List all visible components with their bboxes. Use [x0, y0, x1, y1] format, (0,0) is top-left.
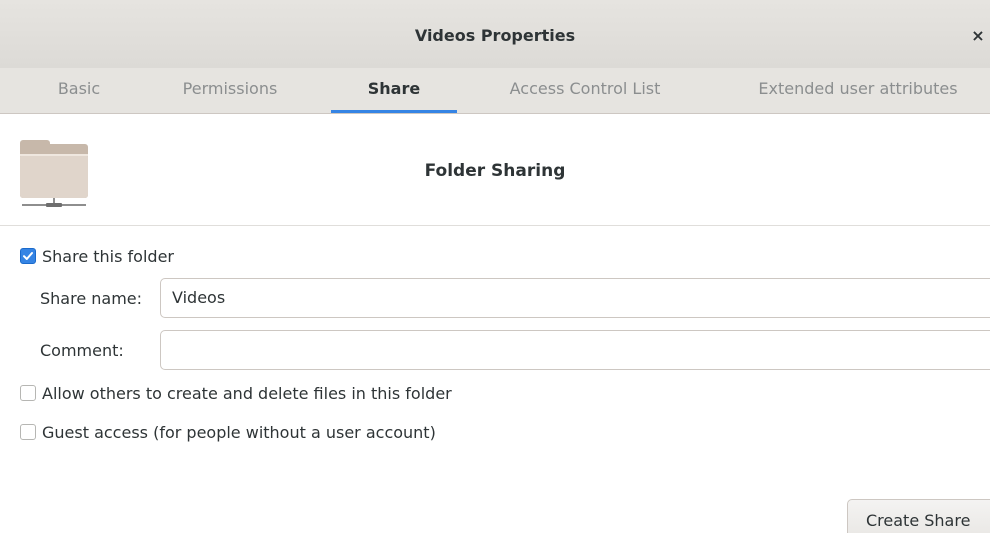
- tab-basic[interactable]: Basic: [8, 68, 150, 113]
- share-folder-checkbox[interactable]: [20, 248, 36, 264]
- guest-access-label: Guest access (for people without a user …: [42, 422, 436, 442]
- share-name-input[interactable]: Videos: [160, 278, 990, 318]
- close-button[interactable]: ×: [970, 26, 986, 46]
- allow-others-checkbox-row[interactable]: Allow others to create and delete files …: [20, 382, 452, 404]
- tab-extended-user-attributes[interactable]: Extended user attributes: [730, 68, 986, 113]
- share-folder-label: Share this folder: [42, 246, 174, 266]
- tab-permissions[interactable]: Permissions: [150, 68, 310, 113]
- section-title: Folder Sharing: [424, 161, 566, 181]
- create-share-button[interactable]: Create Share: [847, 499, 990, 533]
- comment-input[interactable]: [160, 330, 990, 370]
- tab-bar: Basic Permissions Share Access Control L…: [0, 68, 990, 114]
- comment-label: Comment:: [40, 341, 124, 360]
- share-folder-checkbox-row[interactable]: Share this folder: [20, 245, 174, 267]
- window-title: Videos Properties: [414, 26, 576, 45]
- allow-others-label: Allow others to create and delete files …: [42, 383, 452, 403]
- tab-share[interactable]: Share: [331, 68, 457, 113]
- guest-access-checkbox-row[interactable]: Guest access (for people without a user …: [20, 421, 436, 443]
- share-header: Folder Sharing: [0, 114, 990, 226]
- allow-others-checkbox[interactable]: [20, 385, 36, 401]
- title-bar: Videos Properties ×: [0, 0, 990, 69]
- close-icon: ×: [971, 26, 985, 45]
- share-name-label: Share name:: [40, 289, 143, 308]
- tab-access-control-list[interactable]: Access Control List: [480, 68, 690, 113]
- properties-window: Videos Properties × Basic Permissions Sh…: [0, 0, 990, 533]
- checkmark-icon: [23, 252, 33, 260]
- guest-access-checkbox[interactable]: [20, 424, 36, 440]
